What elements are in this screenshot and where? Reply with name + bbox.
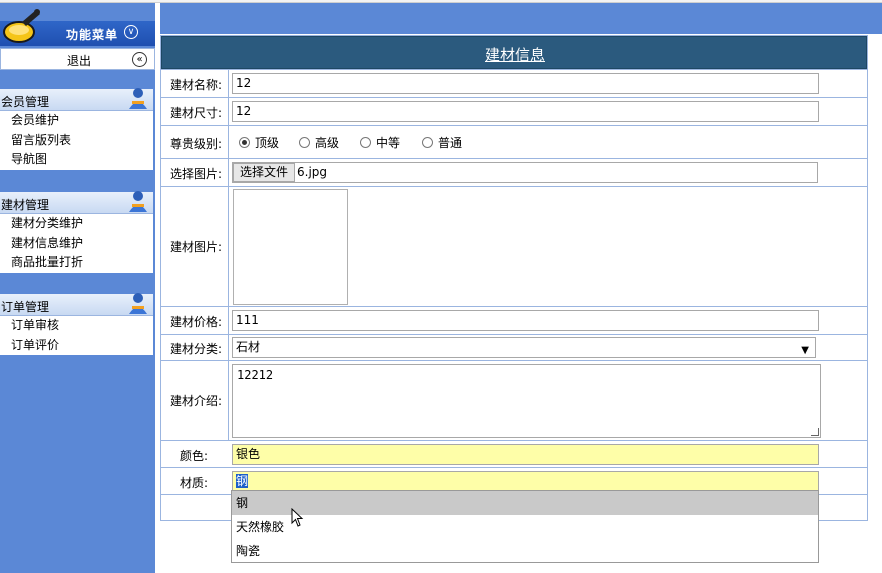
mouse-cursor-icon bbox=[291, 508, 304, 527]
logout-row[interactable]: 退出 « bbox=[0, 48, 155, 70]
dropdown-arrow-icon[interactable]: ▼ bbox=[801, 341, 809, 360]
row-size: 建材尺寸: 12 bbox=[161, 97, 867, 125]
sidebar-item-order-review[interactable]: 订单审核 bbox=[0, 316, 153, 336]
material-form: 建材信息 建材名称: 12 建材尺寸: 12 尊贵级别: 顶级 高级 中等 普通… bbox=[160, 35, 868, 521]
row-level: 尊贵级别: 顶级 高级 中等 普通 bbox=[161, 125, 867, 158]
material-autocomplete: 钢 天然橡胶 陶瓷 bbox=[231, 490, 819, 563]
label-size: 建材尺寸: bbox=[169, 106, 222, 120]
file-name: 6.jpg bbox=[297, 165, 328, 179]
app-window: 功能菜单 ∨ 退出 « 会员管理 会员维护 留言版列表 导航图 建材管理 建材分… bbox=[0, 0, 882, 573]
sidebar-item-order-rating[interactable]: 订单评价 bbox=[0, 336, 153, 356]
group-header[interactable]: 订单管理 bbox=[0, 293, 153, 316]
group-order: 订单管理 订单审核 订单评价 bbox=[0, 293, 153, 356]
label-name: 建材名称: bbox=[169, 78, 222, 92]
size-input[interactable]: 12 bbox=[232, 101, 819, 122]
sidebar-item-message-list[interactable]: 留言版列表 bbox=[0, 131, 153, 151]
main-top-bar bbox=[160, 3, 882, 34]
category-selected-value: 石材 bbox=[236, 340, 261, 354]
row-name: 建材名称: 12 bbox=[161, 69, 867, 97]
label-price: 建材价格: bbox=[169, 315, 222, 329]
group-material: 建材管理 建材分类维护 建材信息维护 商品批量打折 bbox=[0, 191, 153, 273]
row-color: 颜色: 银色 bbox=[161, 440, 867, 467]
row-category: 建材分类: 石材 ▼ bbox=[161, 334, 867, 360]
radio-unchecked-icon bbox=[360, 137, 371, 148]
row-image: 建材图片: bbox=[161, 186, 867, 306]
form-title[interactable]: 建材信息 bbox=[162, 44, 868, 65]
row-price: 建材价格: 111 bbox=[161, 306, 867, 334]
user-icon bbox=[129, 191, 147, 212]
radio-level-medium[interactable]: 中等 bbox=[360, 134, 400, 151]
sidebar-item-navigation-image[interactable]: 导航图 bbox=[0, 150, 153, 170]
radio-level-top[interactable]: 顶级 bbox=[239, 134, 279, 151]
category-select[interactable]: 石材 ▼ bbox=[232, 337, 816, 358]
radio-level-high[interactable]: 高级 bbox=[299, 134, 339, 151]
sidebar: 功能菜单 ∨ 退出 « 会员管理 会员维护 留言版列表 导航图 建材管理 建材分… bbox=[0, 3, 155, 573]
label-choose-image: 选择图片: bbox=[169, 167, 222, 181]
label-category: 建材分类: bbox=[169, 342, 222, 356]
label-intro: 建材介绍: bbox=[169, 394, 222, 408]
radio-checked-icon bbox=[239, 137, 250, 148]
group-title: 建材管理 bbox=[1, 198, 50, 212]
label-color: 颜色: bbox=[179, 449, 208, 463]
collapse-icon[interactable]: « bbox=[132, 52, 147, 67]
group-title: 会员管理 bbox=[1, 95, 50, 109]
autocomplete-option[interactable]: 陶瓷 bbox=[232, 539, 818, 563]
choose-file-button[interactable]: 选择文件 bbox=[233, 163, 296, 182]
chevron-down-icon[interactable]: ∨ bbox=[124, 25, 138, 39]
user-icon bbox=[129, 88, 147, 109]
material-selected-text: 钢 bbox=[236, 474, 249, 488]
sidebar-item-member-maintain[interactable]: 会员维护 bbox=[0, 111, 153, 131]
radio-unchecked-icon bbox=[299, 137, 310, 148]
image-preview bbox=[233, 189, 348, 305]
price-input[interactable]: 111 bbox=[232, 310, 819, 331]
radio-level-normal[interactable]: 普通 bbox=[422, 134, 462, 151]
user-icon bbox=[129, 293, 147, 314]
radio-unchecked-icon bbox=[422, 137, 433, 148]
autocomplete-option[interactable]: 天然橡胶 bbox=[232, 515, 818, 539]
autocomplete-option[interactable]: 钢 bbox=[232, 491, 818, 515]
row-intro: 建材介绍: 12212 bbox=[161, 360, 867, 440]
sidebar-item-batch-discount[interactable]: 商品批量打折 bbox=[0, 253, 153, 273]
label-material: 材质: bbox=[179, 476, 208, 490]
label-level: 尊贵级别: bbox=[169, 137, 222, 151]
resize-grip-icon[interactable] bbox=[811, 428, 819, 436]
sidebar-item-category-maintain[interactable]: 建材分类维护 bbox=[0, 214, 153, 234]
color-input[interactable]: 银色 bbox=[232, 444, 819, 465]
group-member: 会员管理 会员维护 留言版列表 导航图 bbox=[0, 88, 153, 170]
material-input[interactable]: 钢 bbox=[232, 471, 819, 492]
logo-icon bbox=[3, 9, 40, 43]
name-input[interactable]: 12 bbox=[232, 73, 819, 94]
menu-title: 功能菜单 bbox=[66, 28, 119, 42]
intro-textarea[interactable]: 12212 bbox=[232, 364, 821, 438]
group-header[interactable]: 建材管理 bbox=[0, 191, 153, 214]
group-header[interactable]: 会员管理 bbox=[0, 88, 153, 111]
row-choose-image: 选择图片: 选择文件 6.jpg bbox=[161, 158, 867, 186]
sidebar-item-info-maintain[interactable]: 建材信息维护 bbox=[0, 234, 153, 254]
label-image: 建材图片: bbox=[169, 240, 222, 254]
group-title: 订单管理 bbox=[1, 300, 50, 314]
form-header: 建材信息 bbox=[161, 36, 867, 69]
logout-link[interactable]: 退出 bbox=[67, 52, 91, 69]
